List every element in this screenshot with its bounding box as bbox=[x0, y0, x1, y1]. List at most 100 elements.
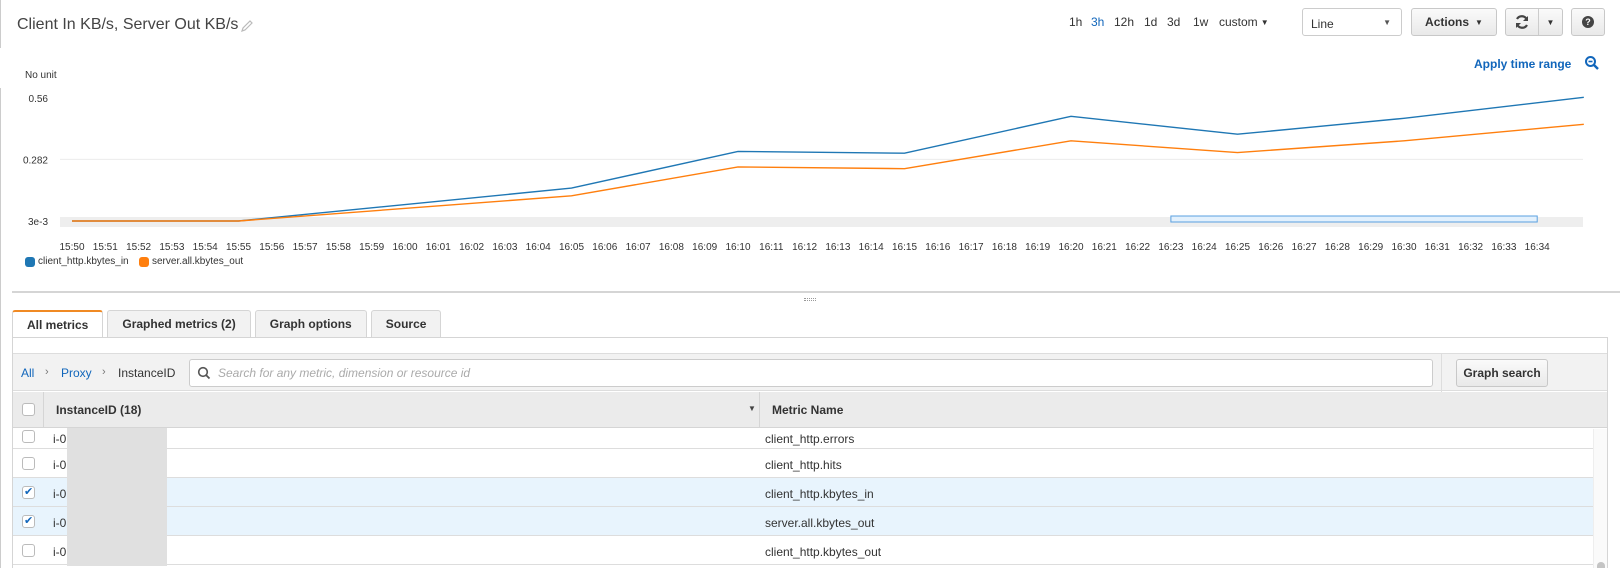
tab-all-metrics[interactable]: All metrics bbox=[12, 310, 104, 338]
breadcrumb-proxy[interactable]: Proxy bbox=[61, 366, 92, 380]
x-axis-ticks: 15:50 15:51 15:52 15:53 15:54 15:55 15:56 15:57… bbox=[59, 242, 1550, 253]
x-tick-label: 16:34 bbox=[1525, 242, 1550, 253]
actions-button[interactable]: Actions ▼ bbox=[1411, 8, 1497, 36]
tab-bar: All metrics Graphed metrics (2) Graph op… bbox=[12, 310, 445, 338]
time-range-label: 1h bbox=[1069, 15, 1083, 29]
tab-source[interactable]: Source bbox=[370, 310, 442, 337]
table-row[interactable]: i-0 client_http.errors bbox=[13, 428, 1593, 459]
apply-time-range-link[interactable]: Apply time range bbox=[1474, 57, 1571, 71]
x-tick-label: 16:22 bbox=[1125, 242, 1150, 253]
time-range-1h[interactable]: 1h bbox=[1069, 15, 1082, 29]
column-header-instanceid[interactable]: InstanceID (18) bbox=[56, 403, 141, 417]
column-header-metric-name[interactable]: Metric Name bbox=[772, 403, 843, 417]
search-input[interactable] bbox=[216, 360, 1416, 386]
help-button[interactable]: ? bbox=[1571, 8, 1605, 36]
x-tick-label: 16:31 bbox=[1425, 242, 1450, 253]
metrics-line-chart[interactable]: 0.560.2823e-3 15:50 15:51 15:52 15:53 15:54 1… bbox=[0, 85, 1620, 275]
time-range-label: 3h bbox=[1091, 15, 1105, 29]
graph-title[interactable]: Client In KB/s, Server Out KB/s bbox=[17, 16, 238, 34]
x-tick-label: 16:09 bbox=[692, 242, 717, 253]
x-tick-label: 16:15 bbox=[892, 242, 917, 253]
actions-label: Actions bbox=[1425, 15, 1470, 29]
drag-handle-icon[interactable] bbox=[804, 298, 816, 301]
row-checkbox[interactable] bbox=[22, 485, 35, 499]
x-tick-label: 15:51 bbox=[93, 242, 118, 253]
sort-desc-icon[interactable]: ▼ bbox=[748, 404, 756, 413]
x-tick-label: 16:08 bbox=[659, 242, 684, 253]
x-tick-label: 16:25 bbox=[1225, 242, 1250, 253]
y-tick-label: 3e-3 bbox=[28, 217, 48, 228]
instance-id-cell: i-0 bbox=[53, 516, 67, 530]
panel-splitter[interactable] bbox=[12, 291, 1620, 293]
chart-type-value: Line bbox=[1311, 17, 1334, 31]
x-tick-label: 16:30 bbox=[1391, 242, 1416, 253]
time-range-1w[interactable]: 1w bbox=[1193, 15, 1208, 29]
series-line-server-all-kbytes-out[interactable] bbox=[72, 123, 1584, 222]
x-tick-label: 16:18 bbox=[992, 242, 1017, 253]
y-axis-ticks: 0.56 0.282 3e-3 bbox=[23, 94, 48, 228]
time-range-3h[interactable]: 3h bbox=[1091, 15, 1104, 29]
x-tick-label: 16:10 bbox=[725, 242, 750, 253]
refresh-dropdown[interactable]: ▼ bbox=[1539, 9, 1562, 35]
search-bar: All › Proxy › InstanceID Graph search bbox=[13, 353, 1607, 392]
time-range-label: 12h bbox=[1114, 15, 1135, 29]
time-range-custom[interactable]: custom ▼ bbox=[1219, 15, 1269, 29]
table-row[interactable]: i-0 client_http.kbytes_in bbox=[13, 477, 1593, 508]
table-row[interactable]: i-0 server.all.kbytes_out bbox=[13, 506, 1593, 537]
chevron-down-icon: ▼ bbox=[1475, 17, 1483, 27]
x-tick-label: 16:14 bbox=[859, 242, 884, 253]
time-range-label: custom bbox=[1219, 15, 1258, 29]
x-tick-label: 15:52 bbox=[126, 242, 151, 253]
time-range-1d[interactable]: 1d bbox=[1144, 15, 1157, 29]
legend-label: server.all.kbytes_out bbox=[152, 256, 244, 267]
x-tick-label: 15:58 bbox=[326, 242, 351, 253]
scrollbar-thumb[interactable] bbox=[1597, 562, 1605, 568]
legend-item-client-http-kbytes-in[interactable]: client_http.kbytes_in bbox=[25, 256, 129, 267]
x-tick-label: 16:03 bbox=[492, 242, 517, 253]
redacted-area bbox=[67, 506, 167, 537]
time-range-brush[interactable] bbox=[1170, 215, 1538, 223]
instance-id-cell: i-0 bbox=[53, 487, 67, 501]
row-checkbox[interactable] bbox=[22, 544, 35, 557]
pencil-icon[interactable] bbox=[240, 19, 254, 33]
table-row[interactable]: i-0 client_http.hits bbox=[13, 448, 1593, 479]
instance-id-cell: i-0 bbox=[53, 545, 67, 559]
zoom-out-icon[interactable] bbox=[1584, 55, 1600, 71]
x-tick-label: 16:23 bbox=[1158, 242, 1183, 253]
x-tick-label: 16:32 bbox=[1458, 242, 1483, 253]
breadcrumb-separator: › bbox=[102, 366, 106, 378]
time-range-3d[interactable]: 3d bbox=[1167, 15, 1180, 29]
search-icon bbox=[197, 366, 211, 380]
row-checkbox[interactable] bbox=[22, 430, 35, 443]
table-row[interactable]: i-0 client_http.kbytes_out bbox=[13, 535, 1593, 566]
chevron-down-icon: ▼ bbox=[1260, 18, 1269, 27]
metric-name-cell: server.all.kbytes_out bbox=[765, 516, 875, 530]
x-tick-label: 16:01 bbox=[426, 242, 451, 253]
tab-graphed-metrics[interactable]: Graphed metrics (2) bbox=[107, 310, 251, 337]
tab-graph-options[interactable]: Graph options bbox=[254, 310, 367, 337]
refresh-button[interactable] bbox=[1506, 9, 1539, 35]
row-checkbox[interactable] bbox=[22, 514, 35, 528]
x-tick-label: 16:11 bbox=[759, 242, 784, 253]
metric-name-cell: client_http.errors bbox=[765, 432, 855, 446]
chart-type-select[interactable]: Line ▼ bbox=[1302, 8, 1402, 36]
chevron-down-icon: ▼ bbox=[1383, 18, 1391, 27]
x-tick-label: 16:17 bbox=[959, 242, 984, 253]
left-border bbox=[0, 0, 1, 48]
graph-search-button[interactable]: Graph search bbox=[1456, 359, 1548, 387]
search-box bbox=[189, 359, 1433, 387]
legend-item-server-all-kbytes-out[interactable]: server.all.kbytes_out bbox=[139, 256, 243, 267]
time-range-12h[interactable]: 12h bbox=[1114, 15, 1134, 29]
metric-name-cell: client_http.hits bbox=[765, 458, 842, 472]
breadcrumb-all[interactable]: All bbox=[21, 366, 34, 380]
row-checkbox[interactable] bbox=[22, 457, 35, 470]
x-tick-label: 16:21 bbox=[1092, 242, 1117, 253]
x-tick-label: 16:12 bbox=[792, 242, 817, 253]
x-tick-label: 16:05 bbox=[559, 242, 584, 253]
column-divider bbox=[43, 392, 44, 428]
scrollbar[interactable] bbox=[1593, 429, 1607, 568]
redacted-area bbox=[67, 535, 167, 566]
x-tick-label: 16:28 bbox=[1325, 242, 1350, 253]
select-all-checkbox[interactable] bbox=[22, 403, 35, 416]
legend-swatch bbox=[139, 256, 149, 267]
